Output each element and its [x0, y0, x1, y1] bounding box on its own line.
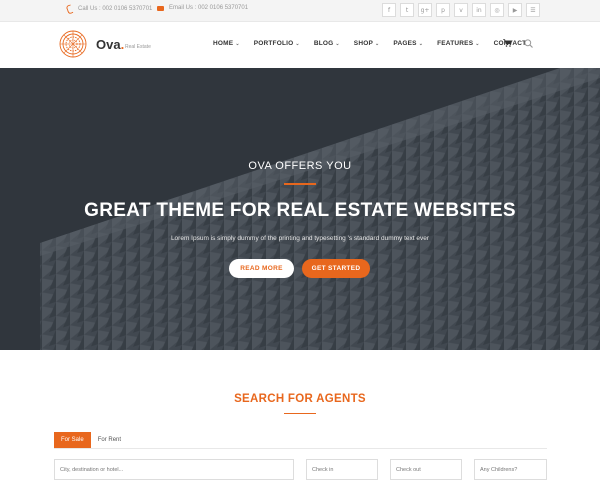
google-plus-icon[interactable]: g+ [418, 3, 432, 17]
search-tabs: For Sale For Rent [54, 432, 128, 448]
nav-pages[interactable]: PAGES ⌄ [393, 40, 423, 47]
facebook-icon[interactable]: f [382, 3, 396, 17]
get-started-button[interactable]: GET STARTED [302, 259, 370, 278]
nav-features[interactable]: FEATURES ⌄ [437, 40, 480, 47]
tab-for-sale[interactable]: For Sale [54, 432, 91, 448]
phone-icon [66, 5, 73, 12]
brand-tagline: Real Estate [125, 44, 151, 50]
chevron-down-icon: ⌄ [335, 40, 340, 47]
twitter-icon[interactable]: t [400, 3, 414, 17]
chevron-down-icon: ⌄ [418, 40, 424, 47]
logo-icon[interactable] [59, 30, 87, 58]
linkedin-icon[interactable]: in [472, 3, 486, 17]
nav-shop[interactable]: SHOP ⌄ [354, 40, 380, 47]
brand-name[interactable]: Ova. [96, 37, 124, 52]
email-text: Email Us : 002 0106 5370701 [169, 5, 249, 11]
hero-subtitle: OVA OFFERS YOU [248, 160, 352, 172]
cart-icon[interactable] [503, 39, 512, 47]
youtube-icon[interactable]: ▶ [508, 3, 522, 17]
site-header: Ova. Real Estate HOME ⌄ PORTFOLIO ⌄ BLOG ⌄ … [0, 22, 600, 68]
hero-description: Lorem Ipsum is simply dummy of the print… [170, 235, 430, 242]
phone-text: Call Us : 002 0106 5370701 [78, 5, 153, 12]
hero-divider [284, 183, 316, 185]
nav-home[interactable]: HOME ⌄ [213, 40, 240, 47]
search-divider [284, 413, 316, 414]
tab-for-rent[interactable]: For Rent [91, 432, 128, 448]
phone-contact[interactable]: Call Us : 002 0106 5370701 [66, 5, 152, 12]
top-bar: Call Us : 002 0106 5370701 Email Us : 00… [0, 0, 600, 22]
chevron-down-icon: ⌄ [235, 40, 240, 47]
rss-icon[interactable]: ☰ [526, 3, 540, 17]
children-select[interactable]: Any Childrens? [474, 459, 547, 480]
nav-blog[interactable]: BLOG ⌄ [314, 40, 340, 47]
search-icon[interactable] [524, 39, 533, 48]
chevron-down-icon: ⌄ [375, 40, 380, 47]
hero-banner: OVA OFFERS YOU GREAT THEME FOR REAL ESTA… [0, 68, 600, 350]
dribbble-icon[interactable]: ◎ [490, 3, 504, 17]
search-title: SEARCH FOR AGENTS [234, 393, 366, 405]
read-more-button[interactable]: READ MORE [229, 259, 294, 278]
vimeo-icon[interactable]: v [454, 3, 468, 17]
tabs-underline [54, 448, 547, 449]
social-links: f t g+ p v in ◎ ▶ ☰ [382, 3, 540, 17]
destination-input[interactable]: City, destination or hotel... [54, 459, 294, 480]
check-out-input[interactable]: Check out [390, 459, 462, 480]
hero-title: GREAT THEME FOR REAL ESTATE WEBSITES [84, 200, 516, 221]
mail-icon [157, 6, 164, 11]
chevron-down-icon: ⌄ [475, 40, 480, 47]
nav-portfolio[interactable]: PORTFOLIO ⌄ [254, 40, 300, 47]
chevron-down-icon: ⌄ [295, 40, 300, 47]
check-in-input[interactable]: Check in [306, 459, 378, 480]
email-contact[interactable]: Email Us : 002 0106 5370701 [157, 5, 248, 11]
main-nav: HOME ⌄ PORTFOLIO ⌄ BLOG ⌄ SHOP ⌄ PAGES ⌄ FEAT… [213, 40, 540, 47]
pinterest-icon[interactable]: p [436, 3, 450, 17]
